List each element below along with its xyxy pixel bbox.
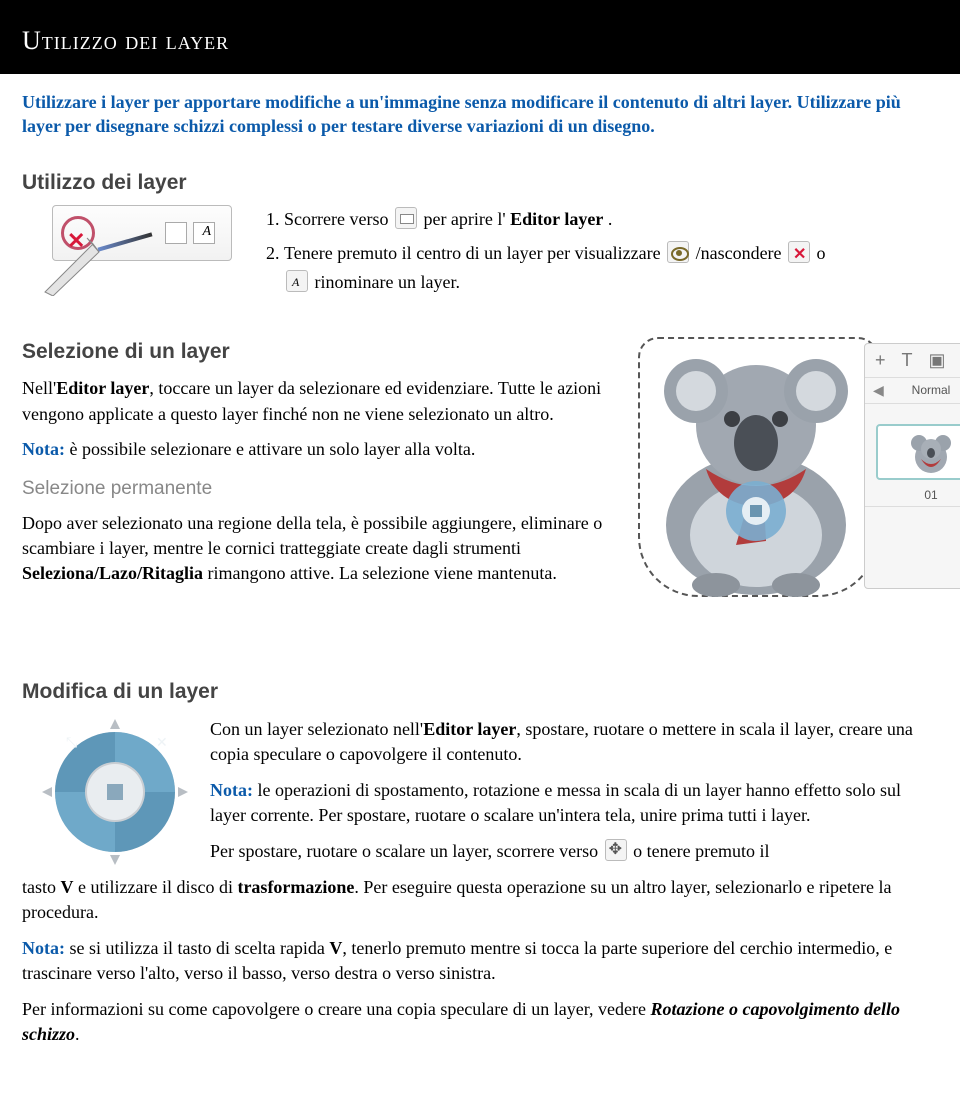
mod-p3a: tasto — [22, 877, 61, 897]
sel-p1b: Editor layer — [56, 378, 149, 398]
sel-p2a: Dopo aver selezionato una regione della … — [22, 513, 602, 558]
transform-gizmo-icon: ⤡ ✕ — [40, 717, 190, 867]
step1-b: per aprire l' — [423, 209, 505, 229]
mod-p1b: Editor layer — [423, 719, 516, 739]
layer-toolbar-figure: ✕ A — [52, 205, 232, 261]
step-2: Tenere premuto il centro di un layer per… — [284, 239, 938, 297]
mod-p1a: Con un layer selezionato nell' — [210, 719, 423, 739]
add-layer-icon[interactable]: + — [875, 350, 886, 371]
text-layer-icon[interactable]: T — [902, 350, 913, 371]
selection-p1: Nell'Editor layer, toccare un layer da s… — [22, 376, 608, 426]
panel-lock-icon[interactable]: 🔒 — [865, 530, 960, 554]
layer-thumbnail[interactable] — [876, 424, 960, 480]
step2-d: rinominare un layer. — [315, 272, 460, 292]
eye-icon — [667, 241, 689, 263]
mod-p4c: . — [75, 1024, 80, 1044]
selection-heading: Selezione di un layer — [22, 337, 608, 366]
layer-panel: + T ▣ ▯ ◀ Normal ▶ ✕ 👁 — [864, 343, 960, 589]
blend-prev-icon[interactable]: ◀ — [873, 382, 884, 399]
usage-steps: Scorrere verso per aprire l' Editor laye… — [262, 205, 938, 303]
step2-b: /nascondere — [696, 243, 786, 263]
koala-figure: + T ▣ ▯ ◀ Normal ▶ ✕ 👁 — [638, 337, 938, 627]
layers-icon — [395, 207, 417, 229]
step1-a: Scorrere verso — [284, 209, 393, 229]
modify-heading: Modifica di un layer — [22, 677, 938, 707]
selection-note: Nota: è possibile selezionare e attivare… — [22, 437, 608, 462]
selection-sub-heading: Selezione permanente — [22, 476, 608, 503]
mod-note2-label: Nota: — [22, 938, 65, 958]
modify-note1: Nota: le operazioni di spostamento, rota… — [210, 778, 938, 829]
modify-note2: Nota: se si utilizza il tasto di scelta … — [22, 936, 938, 987]
mod-p2b: o tenere premuto il — [633, 841, 769, 861]
mod-note2-b: V — [329, 938, 342, 958]
mod-p3b: V — [61, 877, 74, 897]
blend-mode-label[interactable]: Normal — [884, 383, 960, 397]
stylus-icon — [41, 236, 101, 296]
usage-heading: Utilizzo dei layer — [22, 171, 938, 195]
hide-x-icon — [788, 241, 810, 263]
sel-note-label: Nota: — [22, 439, 65, 459]
svg-text:⤡: ⤡ — [66, 736, 77, 751]
sel-note-text: è possibile selezionare e attivare un so… — [65, 439, 475, 459]
mod-note2-a: se si utilizza il tasto di scelta rapida — [65, 938, 329, 958]
step2-c: o — [817, 243, 826, 263]
layer-index-label: 01 — [865, 484, 960, 506]
opacity-slider[interactable] — [865, 506, 960, 530]
mod-p4a: Per informazioni su come capovolgere o c… — [22, 999, 651, 1019]
modify-p2: Per spostare, ruotare o scalare un layer… — [210, 839, 938, 865]
rename-a-icon — [286, 270, 308, 292]
step2-a: Tenere premuto il centro di un layer per… — [284, 243, 665, 263]
sel-p1a: Nell' — [22, 378, 56, 398]
mod-note1-label: Nota: — [210, 780, 253, 800]
page-title: Utilizzo dei layer — [0, 0, 960, 74]
selection-p2: Dopo aver selezionato una regione della … — [22, 511, 608, 587]
sel-p2b: Seleziona/Lazo/Ritaglia — [22, 563, 203, 583]
mod-note1-text: le operazioni di spostamento, rotazione … — [210, 780, 901, 826]
move-icon — [605, 839, 627, 861]
mod-p3c: e utilizzare il disco di — [74, 877, 238, 897]
mod-p3d: trasformazione — [237, 877, 354, 897]
sel-p2c: rimangono attive. La selezione viene man… — [203, 563, 557, 583]
image-layer-icon[interactable]: ▣ — [929, 350, 946, 371]
mod-p2a: Per spostare, ruotare o scalare un layer… — [210, 841, 603, 861]
step-1: Scorrere verso per aprire l' Editor laye… — [284, 205, 938, 234]
koala-illustration — [636, 335, 880, 599]
intro-text: Utilizzare i layer per apportare modific… — [0, 74, 960, 161]
modify-p3: tasto V e utilizzare il disco di trasfor… — [22, 875, 938, 926]
modify-p4: Per informazioni su come capovolgere o c… — [22, 997, 938, 1048]
svg-text:✕: ✕ — [156, 736, 168, 751]
modify-p1: Con un layer selezionato nell'Editor lay… — [210, 717, 938, 768]
step1-c: Editor layer — [510, 209, 603, 229]
step1-d: . — [608, 209, 613, 229]
